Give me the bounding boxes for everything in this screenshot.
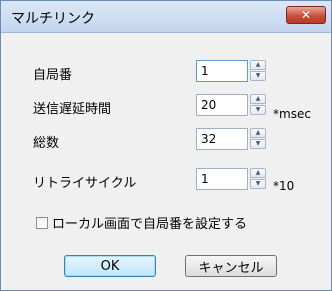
local-station-checkbox[interactable]	[36, 216, 48, 229]
local-station-checkbox-row[interactable]: ローカル画面で自局番を設定する	[36, 213, 247, 232]
window-title: マルチリンク	[11, 11, 95, 27]
retry-cycle-spinner[interactable]: ▲ ▼	[250, 168, 266, 190]
send-delay-input[interactable]: 20	[196, 94, 248, 116]
dialog-window: マルチリンク ✕ 自局番 1 ▲ ▼ 送信遅延時間 20 ▲ ▼ *msec 総…	[0, 0, 332, 291]
spin-down-icon[interactable]: ▼	[250, 71, 266, 81]
station-number-spinner[interactable]: ▲ ▼	[250, 60, 266, 82]
spin-down-icon[interactable]: ▼	[250, 105, 266, 115]
close-button[interactable]: ✕	[286, 6, 326, 24]
send-delay-unit: *msec	[273, 107, 311, 121]
ok-button[interactable]: OK	[64, 255, 156, 277]
close-icon: ✕	[300, 8, 312, 22]
spin-up-icon[interactable]: ▲	[250, 94, 266, 104]
retry-cycle-unit: *10	[273, 179, 295, 193]
spin-up-icon[interactable]: ▲	[250, 60, 266, 70]
local-station-checkbox-label: ローカル画面で自局番を設定する	[52, 217, 248, 232]
total-count-label: 総数	[33, 136, 60, 151]
total-count-spinner[interactable]: ▲ ▼	[250, 128, 266, 150]
retry-cycle-label: リトライサイクル	[33, 176, 137, 191]
send-delay-spinner[interactable]: ▲ ▼	[250, 94, 266, 116]
send-delay-label: 送信遅延時間	[33, 102, 112, 117]
spin-down-icon[interactable]: ▼	[250, 179, 266, 189]
ok-button-label: OK	[100, 258, 120, 274]
cancel-button-label: キャンセル	[198, 260, 264, 276]
title-bar[interactable]: マルチリンク ✕	[1, 1, 331, 33]
spin-up-icon[interactable]: ▲	[250, 128, 266, 138]
cancel-button[interactable]: キャンセル	[185, 255, 277, 277]
station-number-label: 自局番	[33, 68, 73, 83]
total-count-input[interactable]: 32	[196, 128, 248, 150]
spin-up-icon[interactable]: ▲	[250, 168, 266, 178]
spin-down-icon[interactable]: ▼	[250, 139, 266, 149]
retry-cycle-input[interactable]: 1	[196, 168, 248, 190]
station-number-input[interactable]: 1	[196, 60, 248, 82]
